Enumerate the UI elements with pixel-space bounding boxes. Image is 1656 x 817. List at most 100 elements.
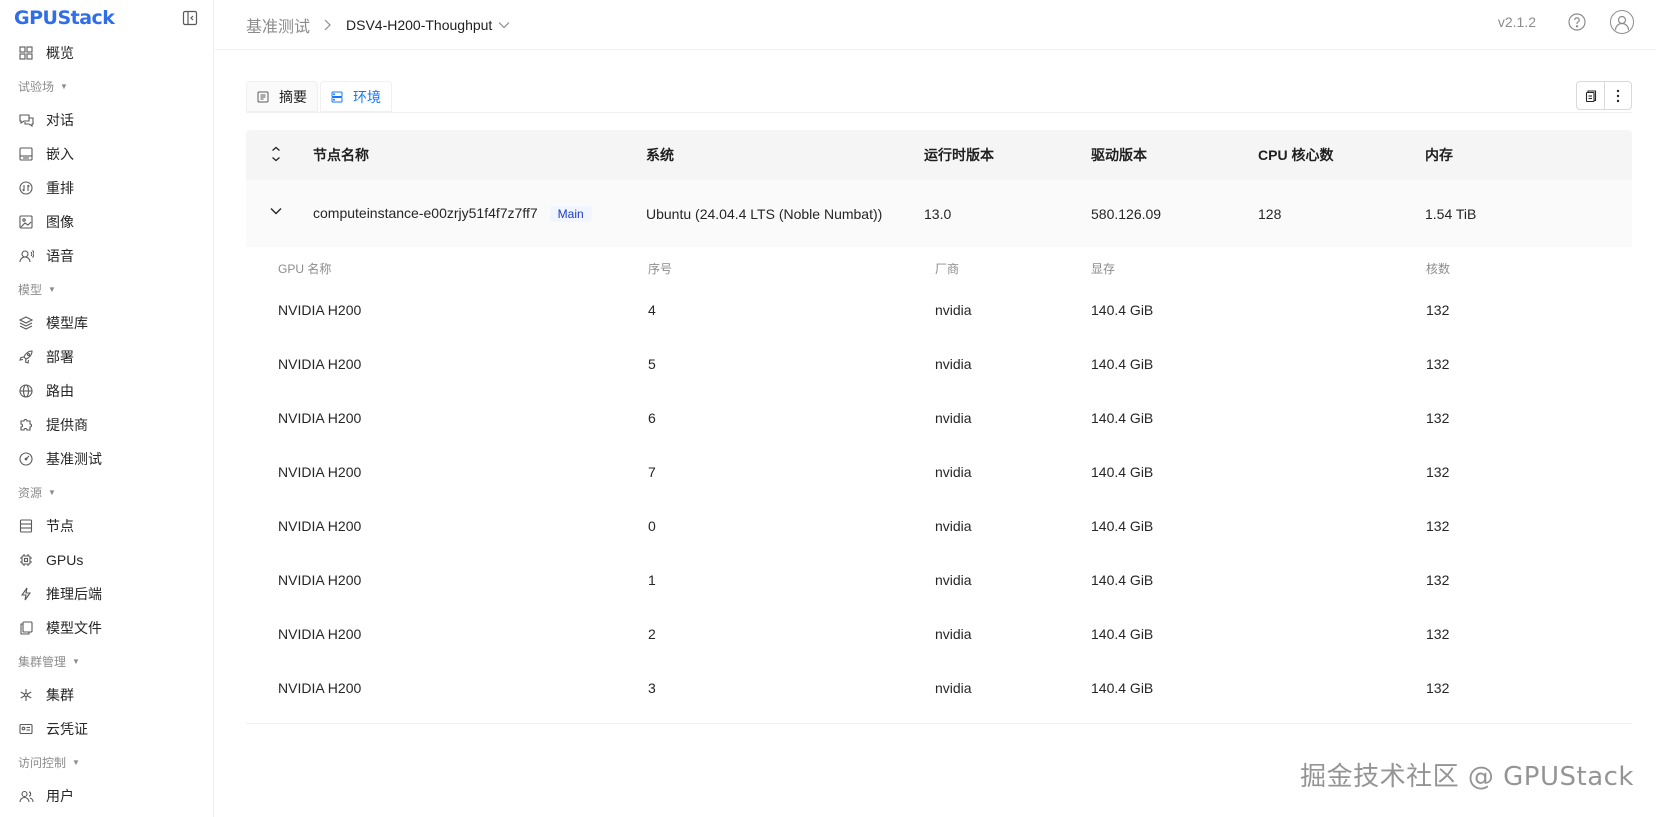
- tab-bar: 摘要 环境: [246, 81, 394, 112]
- gpu-header-name: GPU 名称: [278, 261, 332, 276]
- breadcrumb-root[interactable]: 基准测试: [246, 13, 310, 37]
- tab-environment-label: 环境: [353, 88, 381, 105]
- sidebar-item-17[interactable]: 模型文件: [0, 611, 213, 645]
- gpu-name: NVIDIA H200: [278, 464, 362, 480]
- sidebar-item-label: GPUs: [46, 552, 84, 568]
- sidebar-group-18[interactable]: 集群管理 ▼: [0, 645, 213, 678]
- sidebar-item-label: 集群: [46, 687, 74, 703]
- collapse-all-icon[interactable]: [246, 146, 306, 162]
- gpu-vendor: nvidia: [935, 626, 972, 642]
- help-icon[interactable]: [1568, 13, 1586, 31]
- sidebar-group-1[interactable]: 试验场 ▼: [0, 70, 213, 103]
- globe-icon: [18, 383, 34, 399]
- gpu-vram: 140.4 GiB: [1091, 410, 1154, 426]
- bolt-icon: [18, 586, 34, 602]
- gpu-row: NVIDIA H200 5 nvidia 140.4 GiB 132: [246, 337, 1632, 391]
- sidebar-group-21[interactable]: 访问控制 ▼: [0, 746, 213, 779]
- sidebar-item-19[interactable]: 集群: [0, 678, 213, 712]
- sidebar-item-14[interactable]: 节点: [0, 509, 213, 543]
- gpu-vram: 140.4 GiB: [1091, 680, 1154, 696]
- gpu-cores: 132: [1426, 572, 1450, 588]
- sidebar-collapse-icon[interactable]: [181, 9, 199, 27]
- sidebar-item-9[interactable]: 部署: [0, 340, 213, 374]
- chevron-down-icon: [498, 21, 510, 29]
- gpu-header-vendor: 厂商: [935, 261, 960, 276]
- gauge-icon: [18, 451, 34, 467]
- sidebar-item-label: 云凭证: [46, 721, 88, 737]
- gpu-vram: 140.4 GiB: [1091, 356, 1154, 372]
- node-header-name: 节点名称: [313, 147, 369, 163]
- sidebar-item-label: 基准测试: [46, 451, 102, 467]
- sidebar-item-label: 模型文件: [46, 620, 102, 636]
- sidebar-item-label: 节点: [46, 518, 74, 534]
- grid-icon: [18, 45, 34, 61]
- header-right: v2.1.2: [1498, 0, 1634, 44]
- gpu-row: NVIDIA H200 2 nvidia 140.4 GiB 132: [246, 607, 1632, 661]
- gpu-vendor: nvidia: [935, 356, 972, 372]
- sidebar-item-11[interactable]: 提供商: [0, 408, 213, 442]
- gpu-name: NVIDIA H200: [278, 680, 362, 696]
- gpu-vram: 140.4 GiB: [1091, 464, 1154, 480]
- tab-summary[interactable]: 摘要: [246, 81, 318, 112]
- gpu-vram: 140.4 GiB: [1091, 572, 1154, 588]
- sidebar-group-7[interactable]: 模型 ▼: [0, 273, 213, 306]
- sidebar-group-label: 集群管理: [18, 655, 67, 669]
- more-vertical-icon[interactable]: [1604, 82, 1631, 109]
- node-row[interactable]: computeinstance-e00zrjy51f4f7z7ff7 Main U…: [246, 180, 1632, 247]
- sidebar-item-8[interactable]: 模型库: [0, 306, 213, 340]
- sidebar-item-0[interactable]: 概览: [0, 36, 213, 70]
- sidebar-item-12[interactable]: 基准测试: [0, 442, 213, 476]
- sidebar-group-13[interactable]: 资源 ▼: [0, 476, 213, 509]
- sidebar-item-15[interactable]: GPUs: [0, 543, 213, 577]
- sidebar-item-4[interactable]: 重排: [0, 171, 213, 205]
- caret-down-icon: ▼: [48, 488, 56, 497]
- gpu-vendor: nvidia: [935, 572, 972, 588]
- users-icon: [18, 788, 34, 804]
- gpu-row: NVIDIA H200 3 nvidia 140.4 GiB 132: [246, 661, 1632, 715]
- sidebar-item-label: 图像: [46, 214, 74, 230]
- sidebar-item-16[interactable]: 推理后端: [0, 577, 213, 611]
- gpu-cores: 132: [1426, 302, 1450, 318]
- sidebar-item-5[interactable]: 图像: [0, 205, 213, 239]
- gpu-header-cores: 核数: [1426, 261, 1451, 276]
- image-icon: [18, 214, 34, 230]
- gpu-header-vram: 显存: [1091, 261, 1116, 276]
- gpu-row: NVIDIA H200 6 nvidia 140.4 GiB 132: [246, 391, 1632, 445]
- tab-summary-label: 摘要: [279, 88, 307, 105]
- app-logo[interactable]: GPUStack: [14, 7, 115, 29]
- layers-icon: [18, 315, 34, 331]
- node-runtime: 13.0: [924, 205, 952, 222]
- version-label: v2.1.2: [1497, 14, 1536, 30]
- sidebar-item-3[interactable]: 嵌入: [0, 137, 213, 171]
- breadcrumb-current[interactable]: DSV4-H200-Thoughput: [346, 17, 510, 33]
- node-name-cell: computeinstance-e00zrjy51f4f7z7ff7 Main: [313, 205, 592, 222]
- sidebar-item-20[interactable]: 云凭证: [0, 712, 213, 746]
- sidebar-item-label: 模型库: [46, 315, 88, 331]
- sidebar-item-22[interactable]: 用户: [0, 779, 213, 813]
- user-avatar-icon[interactable]: [1610, 10, 1634, 34]
- gpu-vendor: nvidia: [935, 680, 972, 696]
- node-driver: 580.126.09: [1091, 205, 1162, 222]
- sidebar-item-6[interactable]: 语音: [0, 239, 213, 273]
- gpu-cores: 132: [1426, 626, 1450, 642]
- gpu-rows: NVIDIA H200 4 nvidia 140.4 GiB 132 NVIDIA H20…: [246, 283, 1632, 715]
- sidebar-item-label: 语音: [46, 248, 74, 264]
- sidebar-item-label: 路由: [46, 383, 74, 399]
- sidebar-group-label: 资源: [18, 486, 43, 500]
- breadcrumb-current-label: DSV4-H200-Thoughput: [346, 16, 493, 33]
- copy-document-icon[interactable]: [1577, 82, 1604, 109]
- sidebar-item-label: 部署: [46, 349, 74, 365]
- tab-environment[interactable]: 环境: [320, 81, 392, 112]
- gpu-cores: 132: [1426, 356, 1450, 372]
- credential-icon: [18, 721, 34, 737]
- gpu-row: NVIDIA H200 1 nvidia 140.4 GiB 132: [246, 553, 1632, 607]
- sidebar-item-2[interactable]: 对话: [0, 103, 213, 137]
- gpu-row: NVIDIA H200 4 nvidia 140.4 GiB 132: [246, 283, 1632, 337]
- node-header-memory: 内存: [1425, 147, 1453, 163]
- sidebar-group-label: 模型: [18, 283, 43, 297]
- node-os: Ubuntu (24.04.4 LTS (Noble Numbat)): [646, 205, 883, 222]
- sidebar-nav: 概览 试验场 ▼ 对话 嵌入 重排 图像 语音 模型 ▼ 模型库 部署 路由 提供商 基准测试 资源 ▼ 节点 GP…: [0, 36, 213, 813]
- row-expand-chevron-icon[interactable]: [246, 207, 306, 215]
- sidebar-item-10[interactable]: 路由: [0, 374, 213, 408]
- gpu-name: NVIDIA H200: [278, 410, 362, 426]
